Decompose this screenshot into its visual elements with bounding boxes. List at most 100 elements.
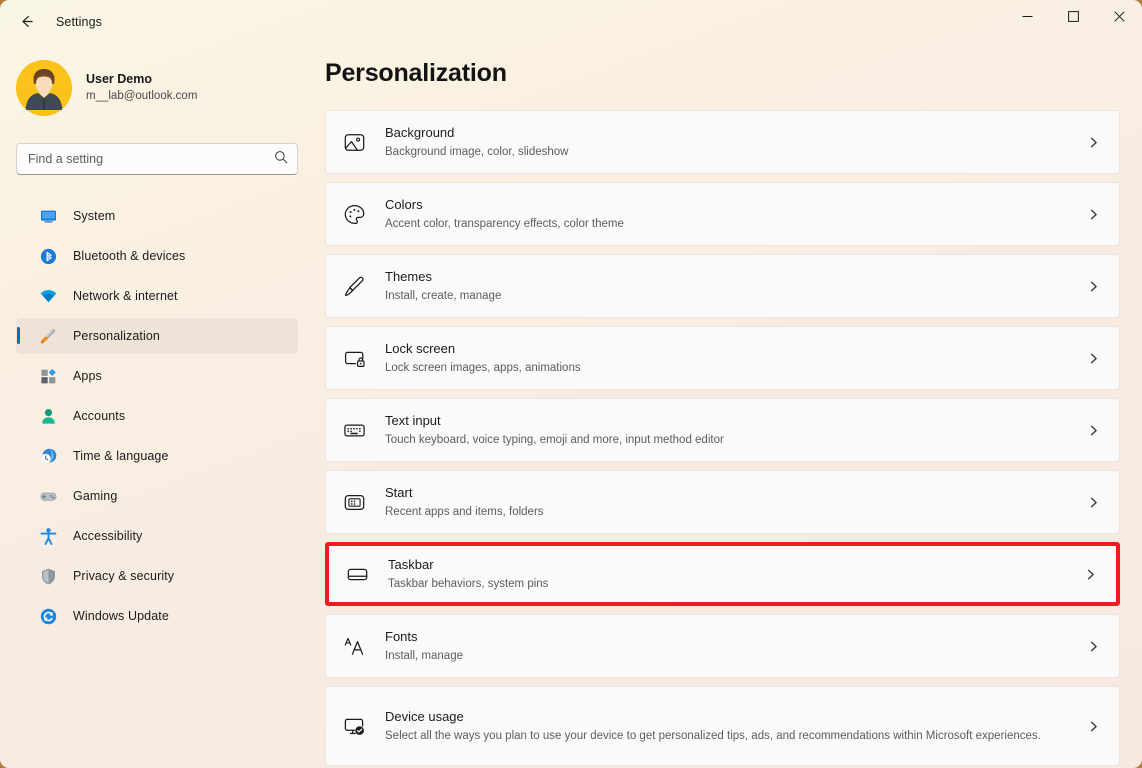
page-title: Personalization [325,59,507,88]
maximize-icon [1068,11,1079,22]
profile-text: User Demo m__lab@outlook.com [86,71,197,104]
main-content: Personalization Background Background im… [314,48,1142,768]
sidebar-item-time-language[interactable]: Time & language [16,438,298,474]
sidebar-item-label: Network & internet [73,289,178,303]
search-box[interactable] [16,143,298,175]
chevron-right-icon[interactable] [1085,350,1101,366]
paintbrush-icon [38,326,58,346]
card-subtitle: Touch keyboard, voice typing, emoji and … [385,432,1075,448]
settings-card-list: Background Background image, color, slid… [325,110,1120,768]
person-icon [38,406,58,426]
accessibility-person-icon [38,526,58,546]
sidebar-item-label: Accounts [73,409,125,423]
back-button[interactable] [9,7,43,41]
chevron-right-icon[interactable] [1085,422,1101,438]
card-body: Fonts Install, manage [385,628,1085,664]
card-subtitle: Accent color, transparency effects, colo… [385,216,1075,232]
image-icon [340,128,368,156]
chevron-right-icon[interactable] [1085,278,1101,294]
sidebar-item-windows-update[interactable]: Windows Update [16,598,298,634]
sidebar-item-label: Windows Update [73,609,169,623]
card-subtitle: Taskbar behaviors, system pins [388,576,1072,592]
settings-card-fonts[interactable]: Fonts Install, manage [325,614,1120,678]
search-input[interactable] [28,152,274,166]
settings-card-start[interactable]: Start Recent apps and items, folders [325,470,1120,534]
palette-icon [340,200,368,228]
sidebar-item-label: Personalization [73,329,160,343]
settings-card-taskbar[interactable]: Taskbar Taskbar behaviors, system pins [325,542,1120,606]
close-icon [1114,11,1125,22]
user-profile[interactable]: User Demo m__lab@outlook.com [16,58,298,118]
card-title: Lock screen [385,340,1075,358]
window-title: Settings [56,15,102,29]
sidebar-item-privacy-security[interactable]: Privacy & security [16,558,298,594]
maximize-button[interactable] [1050,0,1096,33]
title-bar: Settings [0,0,1142,48]
card-title: Device usage [385,708,1075,726]
profile-email: m__lab@outlook.com [86,89,197,105]
sidebar-item-label: Gaming [73,489,117,503]
sidebar-item-personalization[interactable]: Personalization [16,318,298,354]
start-menu-icon [340,488,368,516]
settings-card-colors[interactable]: Colors Accent color, transparency effect… [325,182,1120,246]
sidebar: User Demo m__lab@outlook.com [0,48,314,768]
card-body: Background Background image, color, slid… [385,124,1085,160]
gamepad-icon [38,486,58,506]
system-monitor-icon [38,206,58,226]
taskbar-icon [343,560,371,588]
sidebar-item-label: Bluetooth & devices [73,249,185,263]
device-check-icon [340,712,368,740]
chevron-right-icon[interactable] [1085,134,1101,150]
sidebar-item-apps[interactable]: Apps [16,358,298,394]
card-body: Start Recent apps and items, folders [385,484,1085,520]
chevron-right-icon[interactable] [1085,718,1101,734]
sidebar-item-accounts[interactable]: Accounts [16,398,298,434]
sidebar-item-bluetooth-devices[interactable]: Bluetooth & devices [16,238,298,274]
sidebar-item-label: Time & language [73,449,169,463]
card-body: Text input Touch keyboard, voice typing,… [385,412,1085,448]
settings-card-lock-screen[interactable]: Lock screen Lock screen images, apps, an… [325,326,1120,390]
sidebar-item-label: Privacy & security [73,569,174,583]
card-title: Text input [385,412,1075,430]
update-refresh-icon [38,606,58,626]
chevron-right-icon[interactable] [1085,494,1101,510]
search-icon [274,150,288,169]
avatar [16,60,72,116]
sidebar-nav: System Bluetooth & devices [16,198,298,638]
card-subtitle: Install, manage [385,648,1075,664]
sidebar-item-network-internet[interactable]: Network & internet [16,278,298,314]
card-body: Colors Accent color, transparency effect… [385,196,1085,232]
apps-grid-icon [38,366,58,386]
card-body: Taskbar Taskbar behaviors, system pins [388,556,1082,592]
close-button[interactable] [1096,0,1142,33]
shield-icon [38,566,58,586]
settings-card-device-usage[interactable]: Device usage Select all the ways you pla… [325,686,1120,766]
keyboard-icon [340,416,368,444]
settings-card-text-input[interactable]: Text input Touch keyboard, voice typing,… [325,398,1120,462]
wifi-icon [38,286,58,306]
chevron-right-icon[interactable] [1085,206,1101,222]
card-subtitle: Select all the ways you plan to use your… [385,728,1075,744]
clock-globe-icon [38,446,58,466]
card-title: Fonts [385,628,1075,646]
chevron-right-icon[interactable] [1082,566,1098,582]
sidebar-item-accessibility[interactable]: Accessibility [16,518,298,554]
minimize-icon [1022,11,1033,22]
card-title: Start [385,484,1075,502]
sidebar-item-label: Accessibility [73,529,142,543]
paintbrush-outline-icon [340,272,368,300]
settings-card-background[interactable]: Background Background image, color, slid… [325,110,1120,174]
settings-card-themes[interactable]: Themes Install, create, manage [325,254,1120,318]
chevron-right-icon[interactable] [1085,638,1101,654]
card-title: Taskbar [388,556,1072,574]
sidebar-item-label: System [73,209,115,223]
settings-window: Settings [0,0,1142,768]
minimize-button[interactable] [1004,0,1050,33]
selection-indicator [17,327,20,344]
card-title: Themes [385,268,1075,286]
lock-screen-icon [340,344,368,372]
card-subtitle: Background image, color, slideshow [385,144,1075,160]
sidebar-item-system[interactable]: System [16,198,298,234]
fonts-aa-icon [340,632,368,660]
sidebar-item-gaming[interactable]: Gaming [16,478,298,514]
